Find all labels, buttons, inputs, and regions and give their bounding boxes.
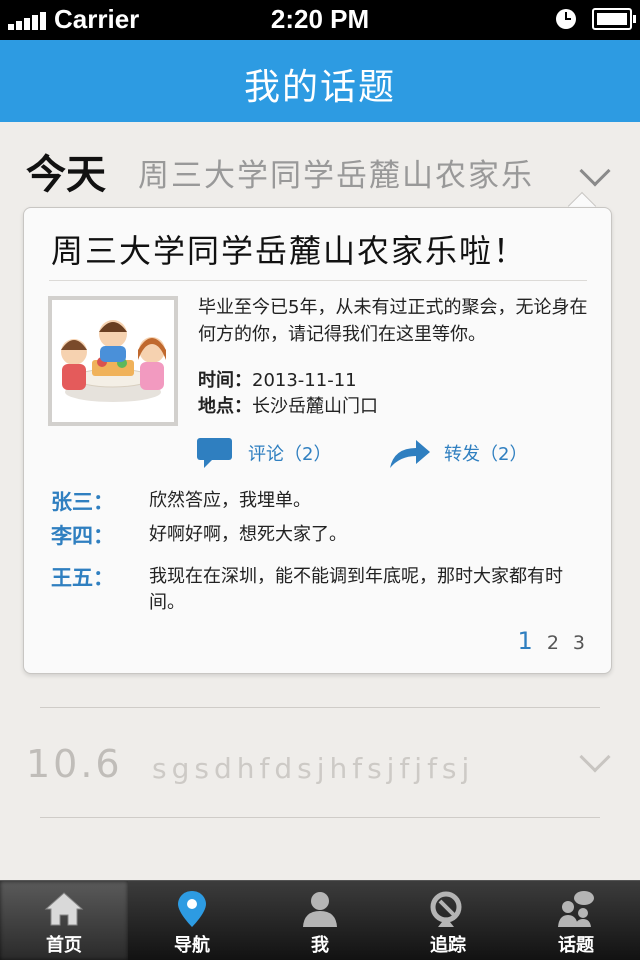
title-divider xyxy=(49,280,587,281)
comment-text: 欣然答应，我埋单。 xyxy=(149,490,311,511)
comment-count-label: 评论（2） xyxy=(248,444,332,465)
row-divider xyxy=(40,817,600,818)
status-bar: Carrier 2:20 PM xyxy=(0,0,640,40)
tab-label: 话题 xyxy=(558,935,594,956)
topic-subject[interactable]: sgsdhfdsjhfsjfjfsj xyxy=(152,752,474,785)
alarm-clock-icon xyxy=(556,9,576,29)
tab-label: 导航 xyxy=(174,935,210,956)
forward-count-label: 转发（2） xyxy=(444,444,528,465)
home-icon xyxy=(44,892,84,926)
topic-image[interactable] xyxy=(48,296,178,426)
tab-tracking[interactable]: 追踪 xyxy=(384,881,512,960)
time-label: 时间： xyxy=(198,370,252,391)
topic-detail-card: 周三大学同学岳麓山农家乐啦！ 毕业至今已5年，从未有过正式的聚会，无论身在何方的… xyxy=(23,207,612,674)
topic-subject: 周三大学同学岳麓山农家乐 xyxy=(138,158,534,194)
forward-button[interactable]: 转发（2） xyxy=(388,436,527,470)
commenter-name[interactable]: 李四： xyxy=(51,520,114,550)
topic-location: 地点：长沙岳麓山门口 xyxy=(198,392,378,418)
topic-description: 毕业至今已5年，从未有过正式的聚会，无论身在何方的你，请记得我们在这里等你。 xyxy=(198,297,588,345)
location-label: 地点： xyxy=(198,396,252,417)
tab-me[interactable]: 我 xyxy=(256,881,384,960)
map-pin-icon xyxy=(178,891,206,927)
chat-people-icon xyxy=(558,891,594,927)
family-dinner-illustration xyxy=(52,300,174,422)
tab-label: 追踪 xyxy=(430,935,466,956)
page-title: 我的话题 xyxy=(243,67,396,108)
chevron-down-icon[interactable] xyxy=(579,741,611,773)
commenter-name[interactable]: 王五： xyxy=(51,562,114,592)
comment-pager: 1 2 3 xyxy=(518,627,585,655)
comment-button[interactable]: 评论（2） xyxy=(196,436,331,470)
person-icon xyxy=(303,892,337,927)
topic-title: 周三大学同学岳麓山农家乐啦！ xyxy=(51,232,528,270)
comment-bubble-icon xyxy=(197,438,232,468)
page-3-link[interactable]: 3 xyxy=(573,632,585,654)
location-value: 长沙岳麓山门口 xyxy=(252,396,378,417)
tab-home[interactable]: 首页 xyxy=(0,881,128,960)
tab-topics[interactable]: 话题 xyxy=(512,881,640,960)
tab-label: 我 xyxy=(311,935,329,956)
comment-text: 好啊好啊，想死大家了。 xyxy=(149,524,347,545)
comment-text: 我现在在深圳，能不能调到年底呢，那时大家都有时间。 xyxy=(149,566,563,613)
forward-arrow-icon xyxy=(390,440,430,468)
commenter-name[interactable]: 张三： xyxy=(51,486,114,516)
tab-navigation[interactable]: 导航 xyxy=(128,881,256,960)
page-2-link[interactable]: 2 xyxy=(547,632,559,654)
topic-date[interactable]: 10.6 xyxy=(26,742,123,786)
page-1-link[interactable]: 1 xyxy=(518,627,533,655)
topic-time: 时间：2013-11-11 xyxy=(198,366,357,392)
row-divider xyxy=(40,707,600,708)
status-time: 2:20 PM xyxy=(270,4,370,34)
navigation-bar: 我的话题 xyxy=(0,40,640,122)
topic-actions: 评论（2） 转发（2） xyxy=(24,436,613,472)
tab-label: 首页 xyxy=(46,935,82,956)
battery-icon xyxy=(592,8,636,30)
satellite-dish-icon xyxy=(430,891,462,927)
time-value: 2013-11-11 xyxy=(252,370,357,391)
topic-date: 今天 xyxy=(26,152,106,198)
tab-bar: 首页 导航 我 追踪 话题 xyxy=(0,880,640,960)
